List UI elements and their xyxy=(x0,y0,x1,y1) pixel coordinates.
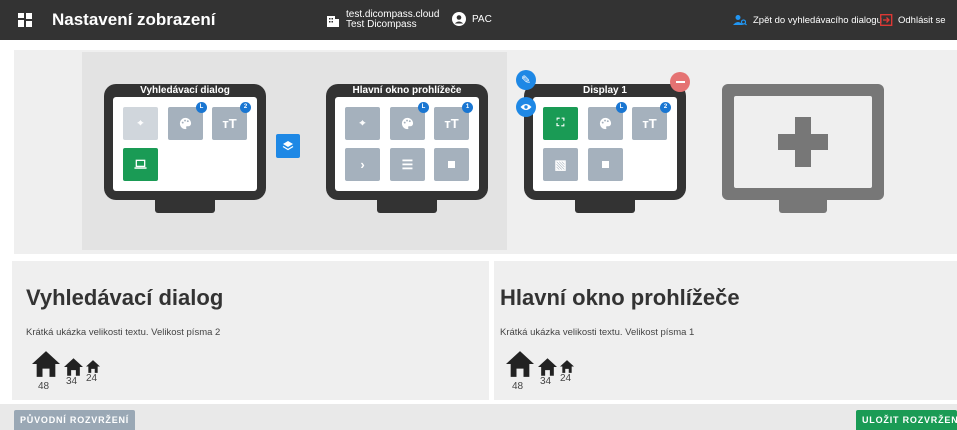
edit-display-button[interactable]: ✎ xyxy=(516,70,536,90)
size-label-medium: 34 xyxy=(66,376,78,387)
palette-tile[interactable]: L xyxy=(390,102,429,140)
palette-icon xyxy=(179,117,192,130)
home-icon xyxy=(64,358,83,376)
monitor-stand xyxy=(155,200,215,213)
square-icon xyxy=(448,161,455,168)
text-size-tile[interactable]: ᴛT 2 xyxy=(212,102,251,140)
home-icon xyxy=(560,360,574,373)
logout-icon xyxy=(880,14,893,26)
monitor-title: Vyhledávací dialog xyxy=(140,85,230,96)
text-size-icon: ᴛT xyxy=(444,116,459,131)
monitor-stand xyxy=(377,200,437,213)
card-title: Hlavní okno prohlížeče xyxy=(500,285,740,310)
panel-tile[interactable]: ☰ xyxy=(390,148,425,181)
bottom-action-bar xyxy=(0,404,957,430)
laptop-tile[interactable] xyxy=(123,148,158,181)
text-size-tile[interactable]: ᴛT 2 xyxy=(632,102,671,140)
size-label-large: 48 xyxy=(512,381,524,392)
image-off-icon: ▧ xyxy=(554,156,567,172)
logout-link[interactable]: Odhlásit se xyxy=(880,14,946,26)
tenant-name: Test Dicompass xyxy=(346,19,417,30)
save-layout-button[interactable]: ULOŽIT ROZVRŽENÍ xyxy=(856,410,957,430)
square-icon xyxy=(602,161,609,168)
font-size-badge: 2 xyxy=(660,102,671,113)
card-sample-text: Krátká ukázka velikosti textu. Velikost … xyxy=(26,327,221,338)
reset-layout-button[interactable]: PŮVODNÍ ROZVRŽENÍ xyxy=(14,410,136,430)
remove-display-button[interactable] xyxy=(670,72,690,92)
user-info: PAC xyxy=(452,12,492,26)
app-grid-icon xyxy=(18,13,32,27)
crosshair-icon: ⌖ xyxy=(359,118,366,129)
monitor-title: Hlavní okno prohlížeče xyxy=(352,85,462,96)
monitor-title: Display 1 xyxy=(583,85,627,96)
monitor-screen: ⛶ L ᴛT 2 ▧ xyxy=(533,97,677,191)
back-link-label: Zpět do vyhledávacího dialogu xyxy=(753,14,882,26)
theme-badge: L xyxy=(418,102,429,113)
preview-card-search-dialog: Vyhledávací dialog Krátká ukázka velikos… xyxy=(12,261,489,400)
crosshair-icon: ⌖ xyxy=(137,118,144,129)
eye-icon xyxy=(520,104,532,110)
panel-icon: ☰ xyxy=(401,156,414,172)
monitor-stand xyxy=(779,200,827,213)
size-label-small: 24 xyxy=(560,373,572,384)
monitor-screen: ⌖ L ᴛT 2 xyxy=(113,97,257,191)
user-name: PAC xyxy=(472,13,492,25)
palette-tile[interactable]: L xyxy=(588,102,627,140)
building-icon xyxy=(327,16,339,27)
text-size-icon: ᴛT xyxy=(642,116,657,131)
user-avatar-icon xyxy=(452,12,466,26)
icon-size-preview: 48 34 24 xyxy=(498,347,588,392)
card-sample-text: Krátká ukázka velikosti textu. Velikost … xyxy=(500,327,695,338)
size-label-medium: 34 xyxy=(540,376,552,387)
crosshair-tile[interactable]: ⌖ xyxy=(345,107,380,140)
image-off-tile[interactable]: ▧ xyxy=(543,148,578,181)
monitor-screen xyxy=(734,96,872,188)
palette-icon xyxy=(401,117,414,130)
top-bar: Nastavení zobrazení test.dicompass.cloud… xyxy=(0,0,957,40)
logout-label: Odhlásit se xyxy=(898,14,946,26)
home-icon xyxy=(86,360,100,373)
font-size-badge: 2 xyxy=(240,102,251,113)
fullscreen-tile[interactable]: ⛶ xyxy=(543,107,578,140)
fullscreen-icon: ⛶ xyxy=(556,117,565,129)
page-title: Nastavení zobrazení xyxy=(52,10,216,29)
monitor-stand xyxy=(575,200,635,213)
home-icon xyxy=(538,358,557,376)
home-icon xyxy=(506,351,534,377)
chevron-right-icon: › xyxy=(360,157,365,172)
layout-canvas: Vyhledávací dialog ⌖ L ᴛT 2 Hlavní okno … xyxy=(14,50,957,254)
laptop-icon xyxy=(134,159,147,169)
tenant-info: test.dicompass.cloud Test Dicompass xyxy=(326,10,439,30)
card-title: Vyhledávací dialog xyxy=(26,285,224,310)
monitor-screen: ⌖ L ᴛT 1 › ☰ xyxy=(335,97,479,191)
palette-tile[interactable]: L xyxy=(168,102,207,140)
text-size-tile[interactable]: ᴛT 1 xyxy=(434,102,473,140)
plus-icon xyxy=(778,117,828,167)
theme-badge: L xyxy=(196,102,207,113)
preview-card-main-viewer: Hlavní okno prohlížeče Krátká ukázka vel… xyxy=(494,261,957,400)
layers-button[interactable] xyxy=(276,134,300,158)
search-user-icon xyxy=(733,15,747,26)
pencil-icon: ✎ xyxy=(520,73,532,87)
home-icon xyxy=(32,351,60,377)
palette-icon xyxy=(599,117,612,130)
size-label-small: 24 xyxy=(86,373,98,384)
layers-icon xyxy=(282,141,294,151)
square-tile[interactable] xyxy=(588,148,623,181)
crosshair-tile[interactable]: ⌖ xyxy=(123,107,158,140)
square-tile[interactable] xyxy=(434,148,469,181)
font-size-badge: 1 xyxy=(462,102,473,113)
preview-display-button[interactable] xyxy=(516,97,536,117)
back-to-search-link[interactable]: Zpět do vyhledávacího dialogu xyxy=(733,14,882,26)
theme-badge: L xyxy=(616,102,627,113)
size-label-large: 48 xyxy=(38,381,50,392)
chevron-tile[interactable]: › xyxy=(345,148,380,181)
minus-icon xyxy=(675,81,685,83)
icon-size-preview: 48 34 24 xyxy=(24,347,114,392)
text-size-icon: ᴛT xyxy=(222,116,237,131)
